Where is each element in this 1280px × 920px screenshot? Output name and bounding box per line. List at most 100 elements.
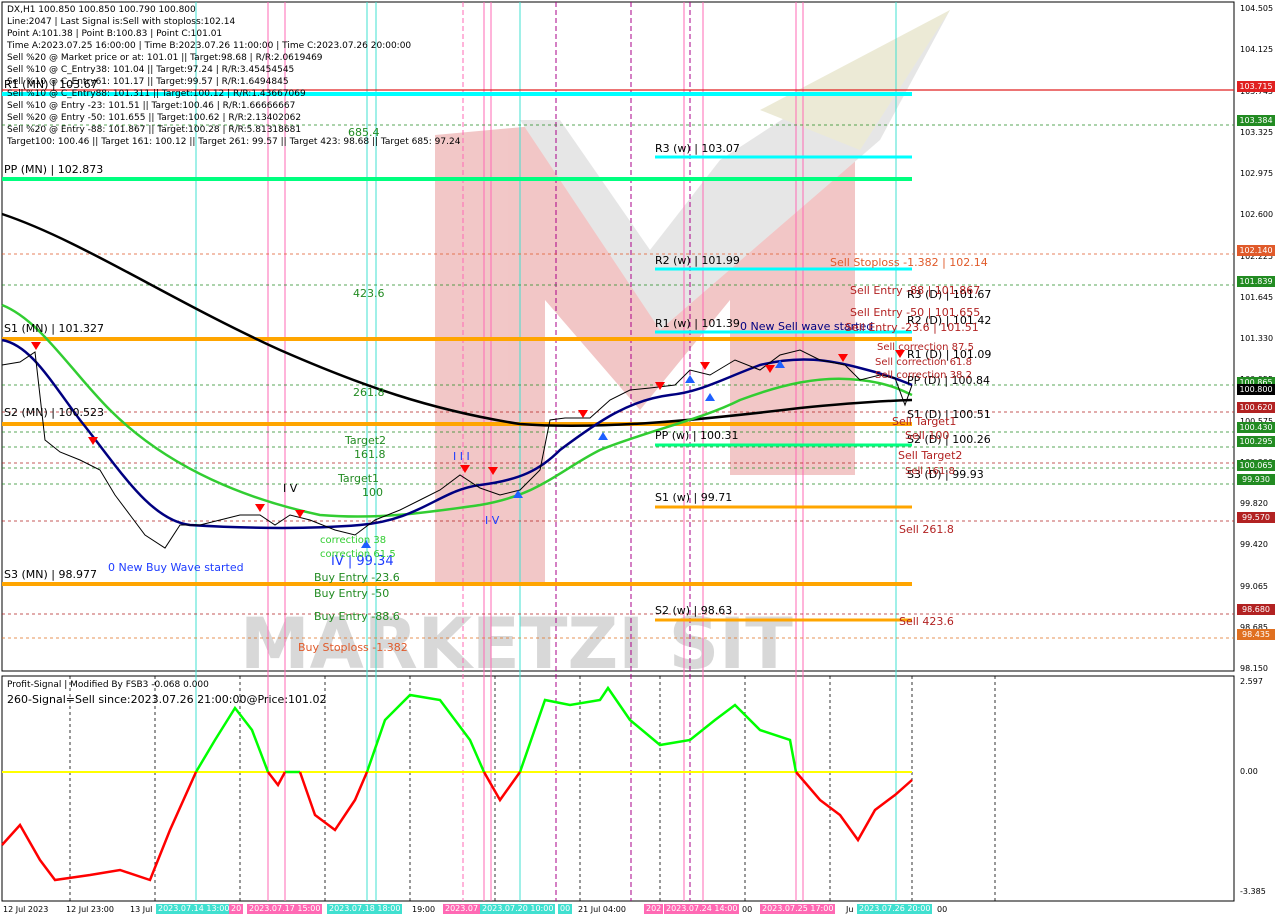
time-label: 00 — [937, 905, 948, 914]
r1-w-label: R1 (w) | 101.39 — [655, 317, 740, 330]
time-tag: 2023.07.24 14:00 — [664, 904, 740, 914]
indicator-scale-mid: 0.00 — [1240, 767, 1258, 776]
fib-261-label: 261.8 — [353, 386, 385, 399]
s1-mn-label: S1 (MN) | 101.327 — [4, 322, 104, 335]
sell-161-label: Sell 161.8 — [905, 466, 955, 477]
s3-mn-label: S3 (MN) | 98.977 — [4, 568, 97, 581]
sell-target2-label: Sell Target2 — [898, 449, 963, 462]
price-axis-label: 101.645 — [1240, 292, 1274, 302]
indicator-title: Profit-Signal | Modified By FSB3 -0.068 … — [7, 680, 209, 690]
fib-685-label: 685.4 — [348, 126, 380, 139]
sell-stoploss-label: Sell Stoploss -1.382 | 102.14 — [830, 256, 988, 269]
price-tag: 100.800 — [1237, 383, 1275, 395]
time-label: 13 Jul — [130, 905, 153, 914]
price-axis-label: 103.325 — [1240, 127, 1274, 137]
time-tag: 2023.07.14 13:00 — [156, 904, 232, 914]
time-tag: 2023.07.20 10:00 — [480, 904, 556, 914]
indicator-scale-bottom: -3.385 — [1240, 887, 1266, 896]
new-buy-wave-label: 0 New Buy Wave started — [108, 561, 244, 574]
sell-100-label: Sell 100 — [905, 429, 950, 442]
time-tag: 2023.07.17 15:00 — [247, 904, 323, 914]
time-label: Ju — [846, 905, 854, 914]
sell-correction-61-label: Sell correction 61.8 — [875, 357, 972, 368]
buy-entry-88-label: Buy Entry -88.6 — [314, 610, 400, 623]
correction-b-label: correction 61.5 — [320, 549, 396, 560]
r2-w-label: R2 (w) | 101.99 — [655, 254, 740, 267]
info-line: Time A:2023.07.25 16:00:00 | Time B:2023… — [7, 41, 412, 51]
price-axis-label: 99.820 — [1240, 499, 1268, 508]
indicator-signal: 260-Signal=Sell since:2023.07.26 21:00:0… — [7, 693, 327, 706]
price-axis-label: 99.420 — [1240, 540, 1268, 550]
time-tag: 2023.07.18 18:00 — [327, 904, 403, 914]
sell-target1-label: Sell Target1 — [892, 415, 957, 428]
sell-entry-50-label: Sell Entry -50 | 101.655 — [850, 306, 981, 319]
time-label: 12 Jul 2023 — [3, 905, 49, 914]
indicator-panel — [1, 675, 1235, 902]
s2-mn-label: S2 (MN) | 100.523 — [4, 406, 104, 419]
sell-correction-38-label: Sell correction 38.2 — [875, 370, 972, 381]
info-line: Sell %10 @ C_Entry38: 101.04 || Target:9… — [7, 65, 295, 75]
indicator-scale-top: 2.597 — [1240, 677, 1263, 686]
time-label: 12 Jul 23:00 — [66, 905, 114, 914]
price-tag: 100.065 — [1237, 460, 1275, 472]
time-tag: 2023.07 — [443, 904, 481, 914]
buy-entry-23-label: Buy Entry -23.6 — [314, 571, 400, 584]
price-tag: 100.620 — [1237, 402, 1275, 414]
price-axis-label: 101.330 — [1240, 334, 1274, 343]
buy-stoploss-label: Buy Stoploss -1.382 — [298, 641, 408, 654]
price-tag: 103.384 — [1237, 115, 1275, 127]
price-tag: 98.680 — [1237, 603, 1275, 615]
price-axis-label: 102.975 — [1240, 169, 1274, 178]
correction-a-label: correction 38 — [320, 535, 387, 546]
pp-w-label: PP (w) | 100.31 — [655, 429, 739, 442]
target2-label: Target2 — [345, 434, 387, 447]
time-tag: 2023.07.26 20:00 — [857, 904, 933, 914]
info-line: Sell %20 @ Entry -50: 101.655 || Target:… — [7, 113, 302, 123]
price-axis-label: 104.505 — [1240, 4, 1274, 13]
target1-label: Target1 — [338, 472, 380, 485]
sell-423-label: Sell 423.6 — [899, 615, 954, 628]
r3-w-label: R3 (w) | 103.07 — [655, 142, 740, 155]
time-tag: 00 — [558, 904, 573, 914]
price-tag: 100.430 — [1237, 422, 1275, 434]
sell-entry-23-label: Sell Entry -23.6 | 101.51 — [845, 321, 979, 334]
time-tag: 2023.07.25 17:00 — [760, 904, 836, 914]
buy-entry-50-label: Buy Entry -50 — [314, 587, 390, 600]
symbol-line: DX,H1 100.850 100.850 100.790 100.800 — [7, 5, 196, 15]
price-axis-label: 102.600 — [1240, 210, 1274, 220]
wave-iv-a-label: I V — [283, 482, 298, 495]
r1-mn-label: R1 (MN) | 103.67 — [4, 78, 98, 91]
s2-w-label: S2 (w) | 98.63 — [655, 604, 733, 617]
wave-iii-label: I I I — [453, 450, 470, 463]
s1-w-label: S1 (w) | 99.71 — [655, 491, 733, 504]
fib-161-label: 161.8 — [354, 448, 386, 461]
time-tag: 20 — [229, 904, 244, 914]
time-label: 19:00 — [412, 905, 436, 914]
price-tag: 102.140 — [1237, 244, 1275, 256]
price-tag: 100.295 — [1237, 436, 1275, 448]
price-axis-label: 104.125 — [1240, 45, 1274, 55]
fib-100-label: 100 — [362, 486, 383, 499]
price-tag: 99.570 — [1237, 511, 1275, 523]
sell-correction-87-label: Sell correction 87.5 — [877, 342, 974, 353]
price-axis-label: 99.065 — [1240, 581, 1268, 591]
info-line: Target100: 100.46 || Target 161: 100.12 … — [7, 137, 461, 147]
info-line: Line:2047 | Last Signal is:Sell with sto… — [7, 17, 236, 27]
sell-entry-88-label: Sell Entry -88 | 101.867 — [850, 284, 981, 297]
price-tag: 101.839 — [1237, 275, 1275, 287]
time-label: 21 Jul 04:00 — [578, 905, 626, 914]
time-label: 00 — [742, 905, 753, 914]
info-line: Sell %20 @ Market price or at: 101.01 ||… — [7, 53, 323, 63]
pp-mn-label: PP (MN) | 102.873 — [4, 163, 104, 176]
price-axis-label: 98.150 — [1240, 664, 1268, 673]
price-tag: 99.930 — [1237, 474, 1275, 486]
price-tag: 103.715 — [1237, 81, 1275, 93]
time-tag: 202 — [644, 904, 664, 914]
info-line: Point A:101.38 | Point B:100.83 | Point … — [7, 29, 223, 39]
price-tag: 98.435 — [1237, 629, 1275, 641]
fib-423-label: 423.6 — [353, 287, 385, 300]
info-line: Sell %20 @ Entry -88: 101.867 || Target:… — [7, 125, 302, 135]
info-line: Sell %10 @ Entry -23: 101.51 || Target:1… — [7, 101, 296, 111]
wave-iv-b-label: I V — [485, 514, 500, 527]
sell-261-label: Sell 261.8 — [899, 523, 954, 536]
